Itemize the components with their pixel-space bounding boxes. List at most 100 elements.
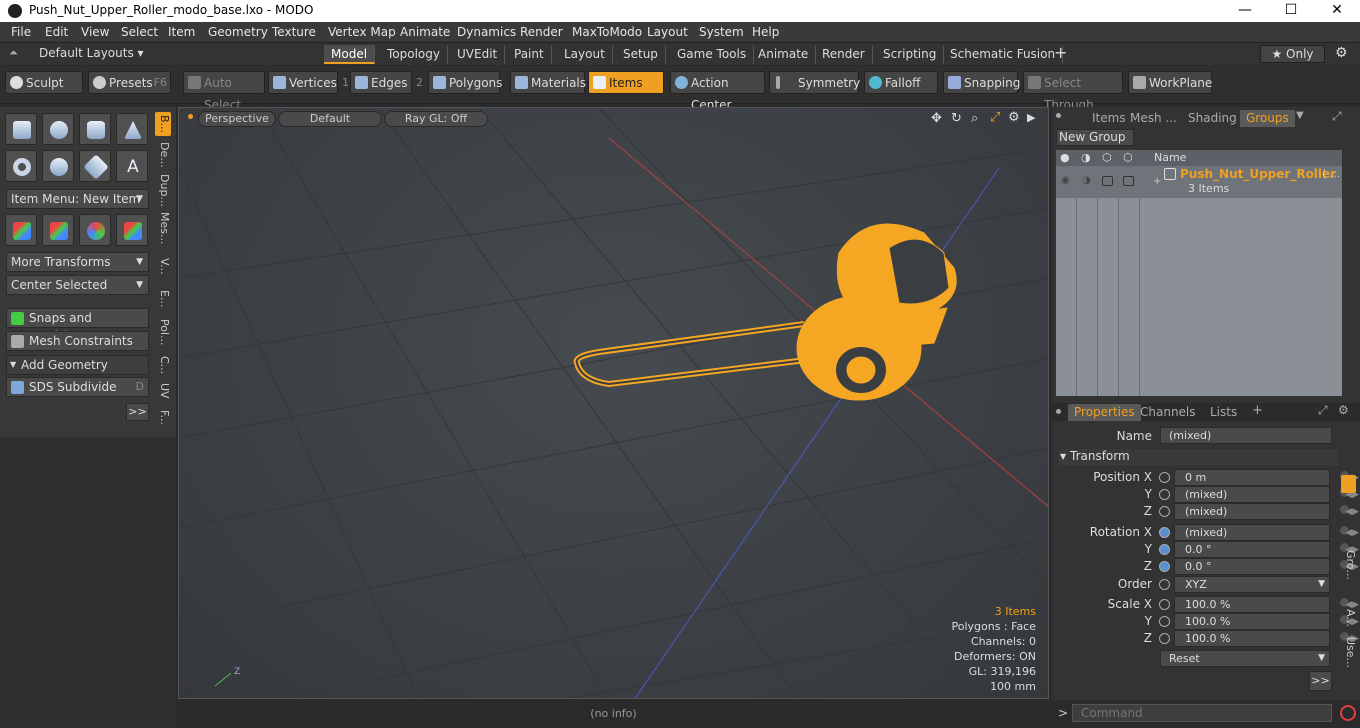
- menu-system[interactable]: System: [699, 25, 744, 39]
- render-icon[interactable]: ◑: [1082, 175, 1091, 186]
- rotation-z-field[interactable]: 0.0 ° ◀▶: [1159, 558, 1359, 575]
- center-selected-dropdown[interactable]: Center Selected ▼: [6, 275, 149, 295]
- sds-subdivide-button[interactable]: SDS Subdivide D: [6, 377, 149, 397]
- side-tab-user[interactable]: Use...: [1341, 637, 1357, 669]
- item-menu-dropdown[interactable]: Item Menu: New Item ▼: [6, 189, 149, 209]
- tab-topology[interactable]: Topology: [380, 45, 448, 64]
- keyframe-icon[interactable]: [1159, 544, 1170, 555]
- menu-render[interactable]: Render: [520, 25, 563, 39]
- sculpt-button[interactable]: Sculpt: [5, 71, 83, 94]
- collapse-icon[interactable]: ⏶: [9, 46, 18, 60]
- transform-tool[interactable]: [42, 214, 74, 246]
- vtab-vertex[interactable]: V...: [155, 250, 171, 282]
- move-view-icon[interactable]: ✥: [931, 111, 942, 126]
- capsule-tool[interactable]: [42, 150, 74, 182]
- workplane-button[interactable]: WorkPlane: [1128, 71, 1212, 94]
- pen-tool[interactable]: [79, 150, 111, 182]
- menu-edit[interactable]: Edit: [45, 25, 68, 39]
- fit-view-icon[interactable]: ⤢: [990, 110, 1000, 125]
- viewport-menu-icon[interactable]: ▶: [1027, 111, 1035, 124]
- cone-tool[interactable]: [116, 113, 148, 145]
- falloff-button[interactable]: Falloff: [864, 71, 938, 94]
- tab-shading[interactable]: Shading: [1182, 110, 1243, 127]
- vertices-button[interactable]: Vertices 1: [268, 71, 349, 94]
- raygl-button[interactable]: Ray GL: Off: [384, 111, 488, 127]
- select-checkbox[interactable]: [1123, 176, 1134, 186]
- rotation-y-field[interactable]: 0.0 ° ◀▶: [1159, 541, 1359, 558]
- menu-file[interactable]: File: [11, 25, 31, 39]
- mesh-constraints-button[interactable]: Mesh Constraints: [6, 331, 149, 351]
- tab-game-tools[interactable]: Game Tools: [670, 45, 755, 64]
- menu-geometry[interactable]: Geometry: [208, 25, 268, 39]
- add-tab-icon[interactable]: +: [1252, 403, 1263, 418]
- gear-icon[interactable]: ⚙: [1335, 45, 1348, 61]
- position-z-field[interactable]: (mixed) ◀▶: [1159, 503, 1359, 520]
- action-center-button[interactable]: Action Center: [670, 71, 765, 112]
- expand-icon[interactable]: +: [1153, 176, 1161, 187]
- keyframe-icon[interactable]: [1159, 579, 1170, 590]
- keyframe-icon[interactable]: [1159, 527, 1170, 538]
- viewport-settings-icon[interactable]: ⚙: [1008, 110, 1020, 125]
- maximize-button[interactable]: ☐: [1268, 0, 1314, 22]
- select-icon[interactable]: ⬡: [1123, 151, 1133, 164]
- keyframe-icon[interactable]: [1159, 633, 1170, 644]
- tab-scripting[interactable]: Scripting: [876, 45, 945, 64]
- keyframe-icon[interactable]: [1159, 472, 1170, 483]
- record-icon[interactable]: [1340, 705, 1356, 721]
- torus-tool[interactable]: [5, 150, 37, 182]
- transform-section[interactable]: ▼ Transform: [1058, 449, 1338, 465]
- keyframe-icon[interactable]: [1159, 489, 1170, 500]
- name-column-header[interactable]: Name: [1154, 151, 1186, 164]
- tab-properties[interactable]: Properties: [1068, 404, 1141, 421]
- eye-icon[interactable]: ◉: [1061, 175, 1070, 186]
- polygons-button[interactable]: Polygons: [428, 71, 502, 94]
- keyframe-icon[interactable]: [1159, 616, 1170, 627]
- settings-icon[interactable]: ⚙: [1338, 403, 1349, 417]
- edges-button[interactable]: Edges 2: [350, 71, 423, 94]
- cube-tool[interactable]: [5, 113, 37, 145]
- keyframe-icon[interactable]: [1159, 599, 1170, 610]
- expand-button[interactable]: >>: [1309, 671, 1332, 691]
- scale-z-field[interactable]: 100.0 % ◀▶: [1159, 630, 1359, 647]
- menu-layout[interactable]: Layout: [647, 25, 688, 39]
- tab-paint[interactable]: Paint: [507, 45, 552, 64]
- tab-groups[interactable]: Groups: [1240, 110, 1295, 127]
- panel-dot-icon[interactable]: [1056, 409, 1061, 414]
- sphere-tool[interactable]: [42, 113, 74, 145]
- layout-selector[interactable]: Default Layouts ▾: [39, 46, 144, 60]
- menu-select[interactable]: Select: [121, 25, 158, 39]
- menu-item[interactable]: Item: [168, 25, 195, 39]
- vtab-duplicate[interactable]: Dup...: [155, 174, 171, 207]
- keyframe-icon[interactable]: [1159, 561, 1170, 572]
- vtab-deform[interactable]: De...: [155, 141, 171, 169]
- eye-icon[interactable]: ●: [1060, 151, 1070, 164]
- vtab-fusion[interactable]: F...: [155, 405, 171, 431]
- lock-icon[interactable]: ⬡: [1102, 151, 1112, 164]
- tab-schematic-fusion[interactable]: Schematic Fusion: [943, 45, 1064, 64]
- viewport-dot-icon[interactable]: [188, 114, 193, 119]
- menu-help[interactable]: Help: [752, 25, 779, 39]
- snaps-precision-button[interactable]: Snaps and Precision: [6, 308, 149, 343]
- position-y-field[interactable]: (mixed) ◀▶: [1159, 486, 1359, 503]
- command-input[interactable]: [1072, 704, 1332, 722]
- scale-y-field[interactable]: 100.0 % ◀▶: [1159, 613, 1359, 630]
- cylinder-tool[interactable]: [79, 113, 111, 145]
- snapping-button[interactable]: Snapping: [943, 71, 1020, 94]
- rotate-view-icon[interactable]: ↻: [951, 111, 962, 126]
- group-name[interactable]: Push_Nut_Upper_Roller: [1180, 167, 1336, 181]
- keyframe-icon[interactable]: [1159, 506, 1170, 517]
- perspective-button[interactable]: Perspective: [198, 111, 276, 127]
- tab-render[interactable]: Render: [815, 45, 873, 64]
- menu-vertex-map[interactable]: Vertex Map: [328, 25, 396, 39]
- scale-x-field[interactable]: 100.0 % ◀▶: [1159, 596, 1359, 613]
- panel-dot-icon[interactable]: [1056, 113, 1061, 118]
- tab-uvedit[interactable]: UVEdit: [450, 45, 506, 64]
- tab-lists[interactable]: Lists: [1204, 404, 1243, 421]
- presets-button[interactable]: Presets F6: [88, 71, 171, 94]
- menu-dynamics[interactable]: Dynamics: [457, 25, 516, 39]
- expand-panel-icon[interactable]: ⤢: [1332, 109, 1342, 124]
- symmetry-button[interactable]: Symmetry: [769, 71, 860, 94]
- lock-checkbox[interactable]: [1102, 176, 1113, 186]
- add-geometry-section[interactable]: ▼ Add Geometry: [6, 355, 149, 375]
- tab-model[interactable]: Model: [324, 45, 376, 64]
